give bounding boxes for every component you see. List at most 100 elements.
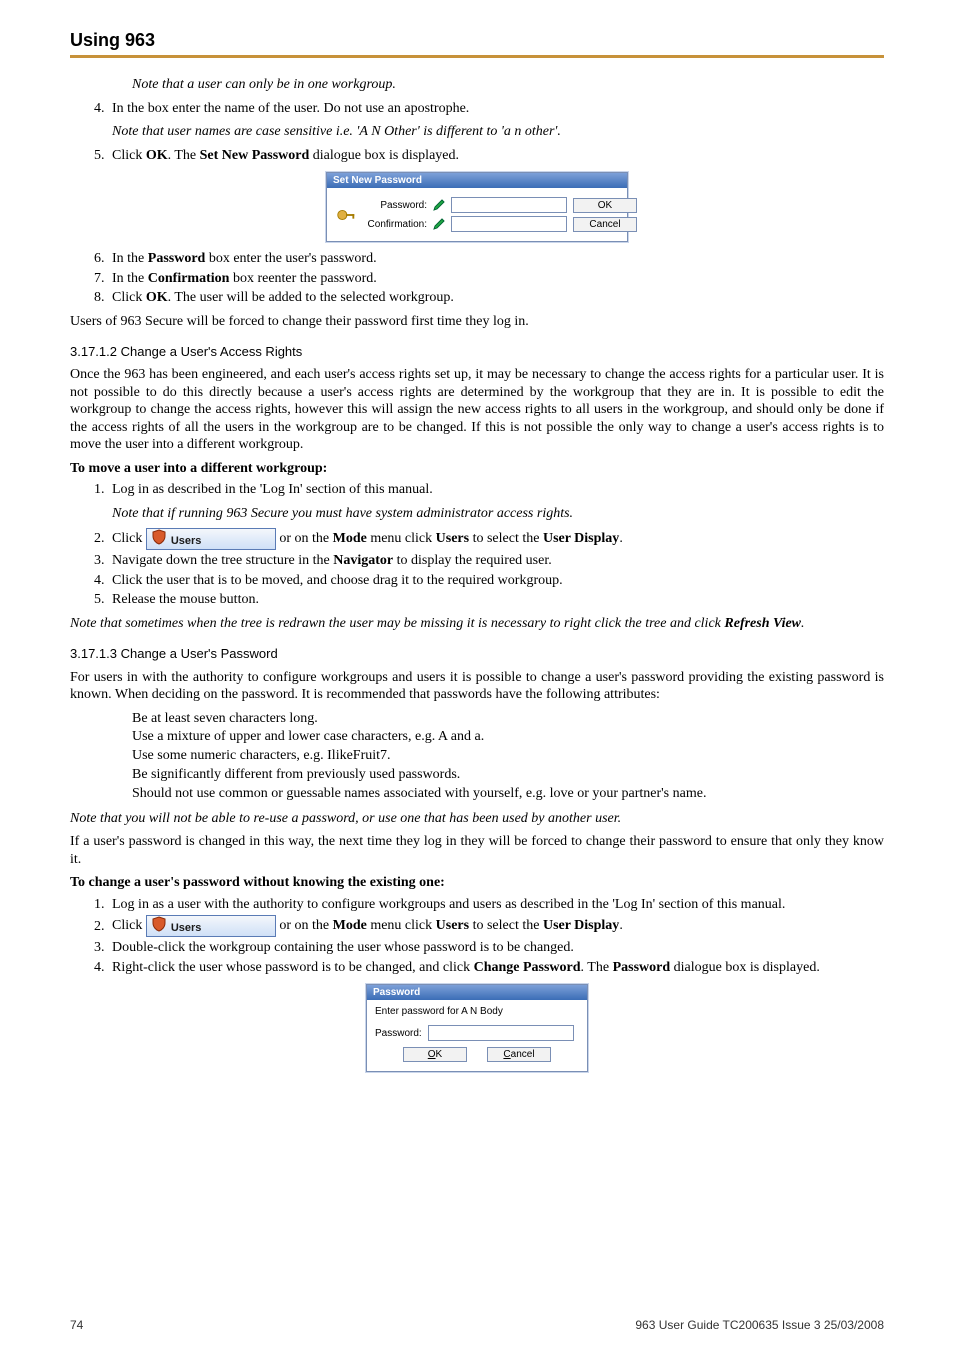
cs2c: menu click — [367, 919, 436, 934]
change-pwd-heading: To change a user's password without know… — [70, 874, 884, 892]
attr-5: Should not use common or guessable names… — [132, 785, 884, 804]
section-3-para2: If a user's password is changed in this … — [70, 833, 884, 868]
nr3: . — [801, 616, 805, 631]
confirmation-input[interactable] — [451, 216, 567, 232]
password-attributes: Be at least seven characters long. Use a… — [132, 710, 884, 804]
document-id: 963 User Guide TC200635 Issue 3 25/03/20… — [635, 1318, 884, 1332]
section-2-heading: 3.17.1.2 Change a User's Access Rights — [70, 344, 884, 360]
change-step-1: Log in as a user with the authority to c… — [108, 896, 884, 914]
step6-b: Password — [148, 251, 206, 266]
password-dialog-input[interactable] — [428, 1025, 574, 1041]
users-button[interactable]: Users — [146, 915, 276, 937]
section-2-para: Once the 963 has been engineered, and ea… — [70, 366, 884, 454]
s2a: Click — [112, 531, 146, 546]
cs4d: Password — [613, 960, 671, 975]
step8-b: OK — [146, 290, 168, 305]
cs2-ud: User Display — [543, 919, 619, 934]
step-7: In the Confirmation box reenter the pass… — [108, 270, 884, 288]
s2c: menu click — [367, 531, 436, 546]
move-step-5: Release the mouse button. — [108, 591, 884, 609]
password-dialog: Password Enter password for A N Body Pas… — [366, 984, 588, 1072]
cs2-users: Users — [436, 919, 469, 934]
password-dialog-titlebar: Password — [367, 985, 587, 1000]
pencil-icon — [433, 218, 445, 230]
pencil-icon — [433, 199, 445, 211]
page-header-title: Using 963 — [70, 30, 884, 55]
move-user-heading: To move a user into a different workgrou… — [70, 460, 884, 478]
attr-3: Use some numeric characters, e.g. IlikeF… — [132, 747, 884, 766]
change-steps: Log in as a user with the authority to c… — [108, 896, 884, 977]
users-button-label: Users — [171, 535, 202, 547]
cancel-rest: ancel — [511, 1049, 535, 1060]
step7-b: Confirmation — [148, 271, 230, 286]
step7-a: In the — [112, 271, 148, 286]
attr-4: Be significantly different from previous… — [132, 766, 884, 785]
s3b: to display the required user. — [393, 553, 552, 568]
nr2: Refresh View — [724, 616, 801, 631]
users-button[interactable]: Users — [146, 528, 276, 550]
move-step-1-text: Log in as described in the 'Log In' sect… — [112, 482, 433, 497]
s2-mode: Mode — [333, 531, 367, 546]
move-steps: Log in as described in the 'Log In' sect… — [108, 481, 884, 609]
note-one-workgroup: Note that a user can only be in one work… — [132, 76, 884, 94]
ok-rest: K — [436, 1049, 443, 1060]
change-step-2: Click Users or on the Mode menu click Us… — [108, 915, 884, 937]
step-5: Click OK. The Set New Password dialogue … — [108, 147, 884, 165]
cs2-mode: Mode — [333, 919, 367, 934]
cs2a: Click — [112, 919, 146, 934]
header-divider — [70, 55, 884, 58]
step-5-a: Click — [112, 148, 146, 163]
cs2d: to select the — [469, 919, 543, 934]
secure-line: Users of 963 Secure will be forced to ch… — [70, 313, 884, 331]
section-3-heading: 3.17.1.3 Change a User's Password — [70, 646, 884, 662]
s2d: to select the — [469, 531, 543, 546]
step-4-text: In the box enter the name of the user. D… — [112, 101, 469, 116]
cancel-button[interactable]: Cancel — [573, 217, 637, 232]
set-new-password-dialog: Set New Password Password: Confirmation:… — [326, 172, 628, 242]
shield-icon — [151, 529, 167, 553]
change-step-3: Double-click the workgroup containing th… — [108, 939, 884, 957]
step6-a: In the — [112, 251, 148, 266]
attr-2: Use a mixture of upper and lower case ch… — [132, 728, 884, 747]
password-dialog-label: Password: — [375, 1028, 422, 1039]
step-4: In the box enter the name of the user. D… — [108, 100, 884, 141]
page-number: 74 — [70, 1318, 83, 1332]
step-5-ok: OK — [146, 148, 168, 163]
cs4b: Change Password — [474, 960, 581, 975]
step-5-suffix: dialogue box is displayed. — [309, 148, 459, 163]
cs2b: or on the — [276, 919, 333, 934]
change-step-4: Right-click the user whose password is t… — [108, 959, 884, 977]
section-3-para1: For users in with the authority to confi… — [70, 669, 884, 704]
key-icon — [335, 204, 357, 226]
s3a: Navigate down the tree structure in the — [112, 553, 333, 568]
s2-users: Users — [436, 531, 469, 546]
cancel-button[interactable]: Cancel — [487, 1047, 551, 1062]
step6-c: box enter the user's password. — [205, 251, 376, 266]
s2-ud: User Display — [543, 531, 619, 546]
s2e: . — [619, 531, 623, 546]
s3nav: Navigator — [333, 553, 393, 568]
password-input[interactable] — [451, 197, 567, 213]
step-8: Click OK. The user will be added to the … — [108, 289, 884, 307]
step8-c: . The user will be added to the selected… — [168, 290, 454, 305]
cs2e: . — [619, 919, 623, 934]
step7-c: box reenter the password. — [229, 271, 376, 286]
move-step-1-note: Note that if running 963 Secure you must… — [112, 505, 884, 523]
cs4c: . The — [581, 960, 613, 975]
users-button-label: Users — [171, 922, 202, 934]
note-reuse: Note that you will not be able to re-use… — [70, 810, 884, 828]
ok-button[interactable]: OK — [573, 198, 637, 213]
ok-button[interactable]: OK — [403, 1047, 467, 1062]
move-step-3: Navigate down the tree structure in the … — [108, 552, 884, 570]
s2b: or on the — [276, 531, 333, 546]
step-5-mid: . The — [168, 148, 200, 163]
move-step-2: Click Users or on the Mode menu click Us… — [108, 528, 884, 550]
step-4-note: Note that user names are case sensitive … — [112, 123, 884, 141]
move-step-1: Log in as described in the 'Log In' sect… — [108, 481, 884, 522]
step-5-dlg: Set New Password — [200, 148, 310, 163]
steps-continued: In the box enter the name of the user. D… — [108, 100, 884, 165]
note-refresh-view: Note that sometimes when the tree is red… — [70, 615, 884, 633]
confirmation-label: Confirmation: — [367, 219, 427, 230]
page-footer: 74 963 User Guide TC200635 Issue 3 25/03… — [70, 1318, 884, 1332]
password-label: Password: — [367, 200, 427, 211]
